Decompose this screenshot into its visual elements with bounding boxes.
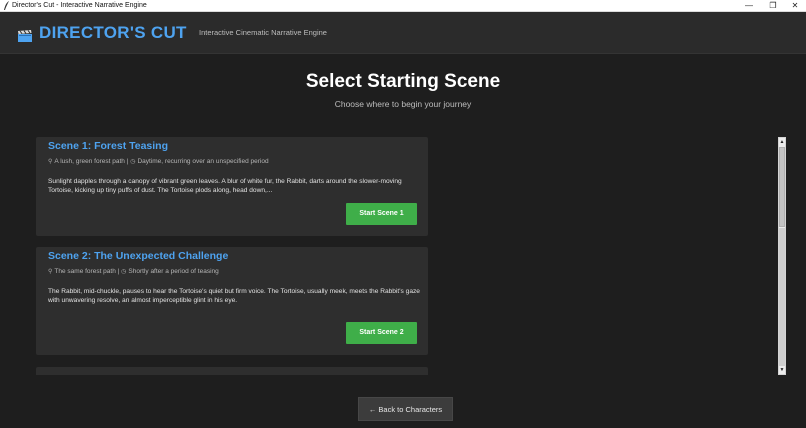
scene-location: A lush, green forest path bbox=[54, 158, 125, 165]
scene-time: Shortly after a period of teasing bbox=[128, 268, 219, 275]
app-header: DIRECTOR'S CUT Interactive Cinematic Nar… bbox=[0, 12, 806, 54]
scene-title: Scene 1: Forest Teasing bbox=[48, 140, 169, 152]
scroll-up-arrow-icon[interactable]: ▲ bbox=[779, 138, 785, 146]
scene-list[interactable]: Scene 1: Forest Teasing ⚲ A lush, green f… bbox=[36, 137, 428, 375]
pin-icon: ⚲ bbox=[48, 159, 53, 165]
start-scene-2-button[interactable]: Start Scene 2 bbox=[346, 322, 417, 344]
page-subtitle: Choose where to begin your journey bbox=[334, 99, 472, 109]
scene-card: Scene 1: Forest Teasing ⚲ A lush, green f… bbox=[36, 137, 428, 236]
window-title: Director's Cut - Interactive Narrative E… bbox=[12, 2, 147, 9]
scrollbar-thumb[interactable] bbox=[779, 147, 785, 227]
minimize-button[interactable]: — bbox=[736, 0, 762, 12]
close-button[interactable]: ✕ bbox=[782, 0, 806, 12]
scene-meta: ⚲ The same forest path | ◷ Shortly after a… bbox=[48, 267, 219, 277]
feather-icon bbox=[3, 1, 11, 11]
clock-icon: ◷ bbox=[121, 269, 127, 275]
meta-separator: | bbox=[117, 268, 120, 275]
scrollbar[interactable]: ▲ ▼ bbox=[778, 137, 786, 375]
app-tagline: Interactive Cinematic Narrative Engine bbox=[199, 28, 327, 37]
scene-card: Scene 2: The Unexpected Challenge ⚲ The s… bbox=[36, 247, 428, 355]
back-to-characters-button[interactable]: ← Back to Characters bbox=[358, 397, 453, 421]
scrollbar-track[interactable] bbox=[779, 228, 785, 366]
scene-time: Daytime, recurring over an unspecified p… bbox=[137, 158, 269, 165]
meta-separator: | bbox=[126, 158, 129, 165]
clapperboard-icon bbox=[18, 29, 32, 42]
clock-icon: ◷ bbox=[130, 159, 136, 165]
scene-meta: ⚲ A lush, green forest path | ◷ Daytime, r… bbox=[48, 157, 269, 167]
scroll-down-arrow-icon[interactable]: ▼ bbox=[779, 366, 785, 374]
scene-card-partial bbox=[36, 367, 428, 375]
scene-description: The Rabbit, mid-chuckle, pauses to hear … bbox=[48, 288, 420, 304]
window-titlebar: Director's Cut - Interactive Narrative E… bbox=[0, 0, 806, 12]
pin-icon: ⚲ bbox=[48, 269, 53, 275]
scene-description: Sunlight dapples through a canopy of vib… bbox=[48, 178, 402, 194]
page-title: Select Starting Scene bbox=[305, 71, 501, 92]
app-brand: DIRECTOR'S CUT bbox=[39, 23, 187, 42]
start-scene-1-button[interactable]: Start Scene 1 bbox=[346, 203, 417, 225]
scene-location: The same forest path bbox=[54, 268, 116, 275]
scene-title: Scene 2: The Unexpected Challenge bbox=[48, 250, 229, 262]
